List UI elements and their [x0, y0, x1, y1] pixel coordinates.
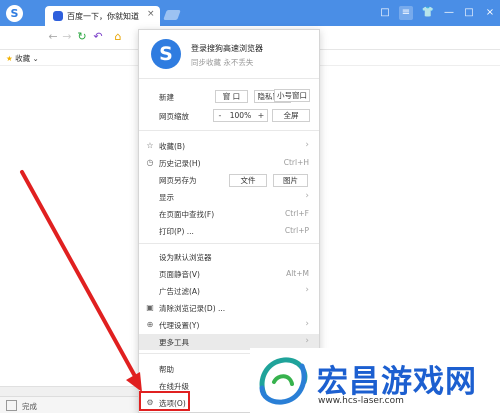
menu-item-label: 收藏(B) — [159, 142, 185, 151]
watermark-title: 宏昌游戏网 — [317, 364, 477, 400]
menu-item-shortcut: Alt+M — [286, 269, 309, 278]
menu-item-shortcut: Ctrl+F — [285, 209, 309, 218]
home-icon[interactable]: ⌂ — [111, 30, 125, 44]
menu-item-print[interactable]: 打印(P) ... Ctrl+P — [139, 223, 319, 239]
menu-item-label: 更多工具 — [159, 338, 189, 347]
tab-close-icon[interactable]: × — [147, 9, 155, 19]
menu-item-label: 网页另存为 — [159, 176, 197, 185]
title-bar: 百度一下，你就知道 × □ ≡ 👕 — □ × — [0, 0, 500, 26]
save-as-image-button[interactable]: 图片 — [273, 174, 308, 187]
clear-icon: ▣ — [146, 303, 154, 312]
menu-item-label: 页面静音(V) — [159, 270, 200, 279]
menu-item-mute[interactable]: 页面静音(V) Alt+M — [139, 266, 319, 282]
menu-item-label: 打印(P) ... — [159, 227, 194, 236]
menu-item-label: 帮助 — [159, 365, 174, 374]
skin-icon[interactable]: 👕 — [421, 6, 435, 20]
menu-item-clear-history[interactable]: ▣ 清除浏览记录(D) ... — [139, 300, 319, 316]
divider — [139, 78, 319, 79]
menu-item-label: 显示 — [159, 193, 174, 202]
menu-item-label: 代理设置(Y) — [159, 321, 200, 330]
menu-item-history[interactable]: ◷ 历史记录(H) Ctrl+H — [139, 155, 319, 171]
sogou-account-icon[interactable] — [151, 39, 181, 69]
close-window-icon[interactable]: × — [483, 6, 497, 20]
globe-icon: ⊕ — [146, 320, 154, 329]
chevron-right-icon: › — [305, 285, 309, 295]
zoom-in-button[interactable]: + — [255, 110, 267, 121]
fullscreen-button[interactable]: 全屏 — [272, 109, 310, 122]
clock-icon: ◷ — [146, 158, 154, 167]
undo-icon[interactable]: ↶ — [91, 30, 105, 44]
zoom-out-button[interactable]: - — [214, 110, 226, 121]
back-icon[interactable]: ← — [46, 30, 60, 44]
menu-item-set-default[interactable]: 设为默认浏览器 — [139, 249, 319, 265]
divider — [139, 243, 319, 244]
options-highlight-box — [139, 391, 190, 411]
forward-icon[interactable]: → — [60, 30, 74, 44]
star-icon: ☆ — [146, 141, 154, 150]
maximize-icon[interactable]: □ — [462, 6, 476, 20]
new-tab-button[interactable] — [163, 10, 181, 20]
page-icon — [6, 400, 17, 411]
star-icon: ★ — [6, 54, 13, 63]
alt-account-window-button[interactable]: 小号窗口 — [274, 89, 310, 102]
chevron-right-icon: › — [305, 191, 309, 201]
menu-item-label: 在页面中查找(F) — [159, 210, 215, 219]
menu-item-proxy[interactable]: ⊕ 代理设置(Y) › — [139, 317, 319, 333]
watermark-url: www.hcs-laser.com — [318, 396, 404, 406]
status-text: 完成 — [22, 402, 37, 411]
tab-title: 百度一下，你就知道 — [67, 12, 139, 21]
bookmarks-menu[interactable]: ★ 收藏 ⌄ — [6, 53, 39, 64]
chevron-right-icon: › — [305, 336, 309, 346]
zoom-value: 100% — [229, 111, 252, 120]
baidu-favicon-icon — [53, 11, 63, 21]
new-label: 新建 — [159, 93, 174, 102]
bookmarks-label: 收藏 — [15, 54, 31, 63]
zoom-control: - 100% + — [213, 109, 268, 122]
login-subtitle: 同步收藏 永不丢失 — [191, 58, 254, 67]
menu-item-display[interactable]: 显示 › — [139, 189, 319, 205]
menu-item-find[interactable]: 在页面中查找(F) Ctrl+F — [139, 206, 319, 222]
menu-item-bookmarks[interactable]: ☆ 收藏(B) › — [139, 138, 319, 154]
browser-tab[interactable]: 百度一下，你就知道 × — [45, 6, 160, 26]
menu-item-shortcut: Ctrl+H — [283, 158, 309, 167]
main-menu-icon[interactable]: ≡ — [399, 6, 413, 20]
menu-item-save-as: 网页另存为 文件 图片 — [139, 172, 319, 188]
new-window-button[interactable]: 窗 口 — [215, 90, 248, 103]
menu-item-ad-filter[interactable]: 广告过滤(A) › — [139, 283, 319, 299]
watermark-logo-icon — [259, 357, 308, 405]
divider — [139, 130, 319, 131]
chevron-down-icon: ⌄ — [32, 54, 39, 63]
zoom-label: 网页缩放 — [159, 112, 189, 121]
minimize-icon[interactable]: — — [442, 6, 456, 20]
sogou-logo-icon[interactable] — [6, 5, 23, 22]
reload-icon[interactable]: ↻ — [75, 30, 89, 44]
menu-item-shortcut: Ctrl+P — [284, 226, 309, 235]
menu-item-label: 清除浏览记录(D) ... — [159, 304, 226, 313]
menu-item-label: 历史记录(H) — [159, 159, 201, 168]
menu-item-label: 广告过滤(A) — [159, 287, 200, 296]
sidebar-toggle-icon[interactable]: □ — [378, 6, 392, 20]
save-as-file-button[interactable]: 文件 — [229, 174, 267, 187]
chevron-right-icon: › — [305, 319, 309, 329]
chevron-right-icon: › — [305, 140, 309, 150]
menu-item-label: 设为默认浏览器 — [159, 253, 212, 262]
login-title[interactable]: 登录搜狗高速浏览器 — [191, 43, 263, 54]
